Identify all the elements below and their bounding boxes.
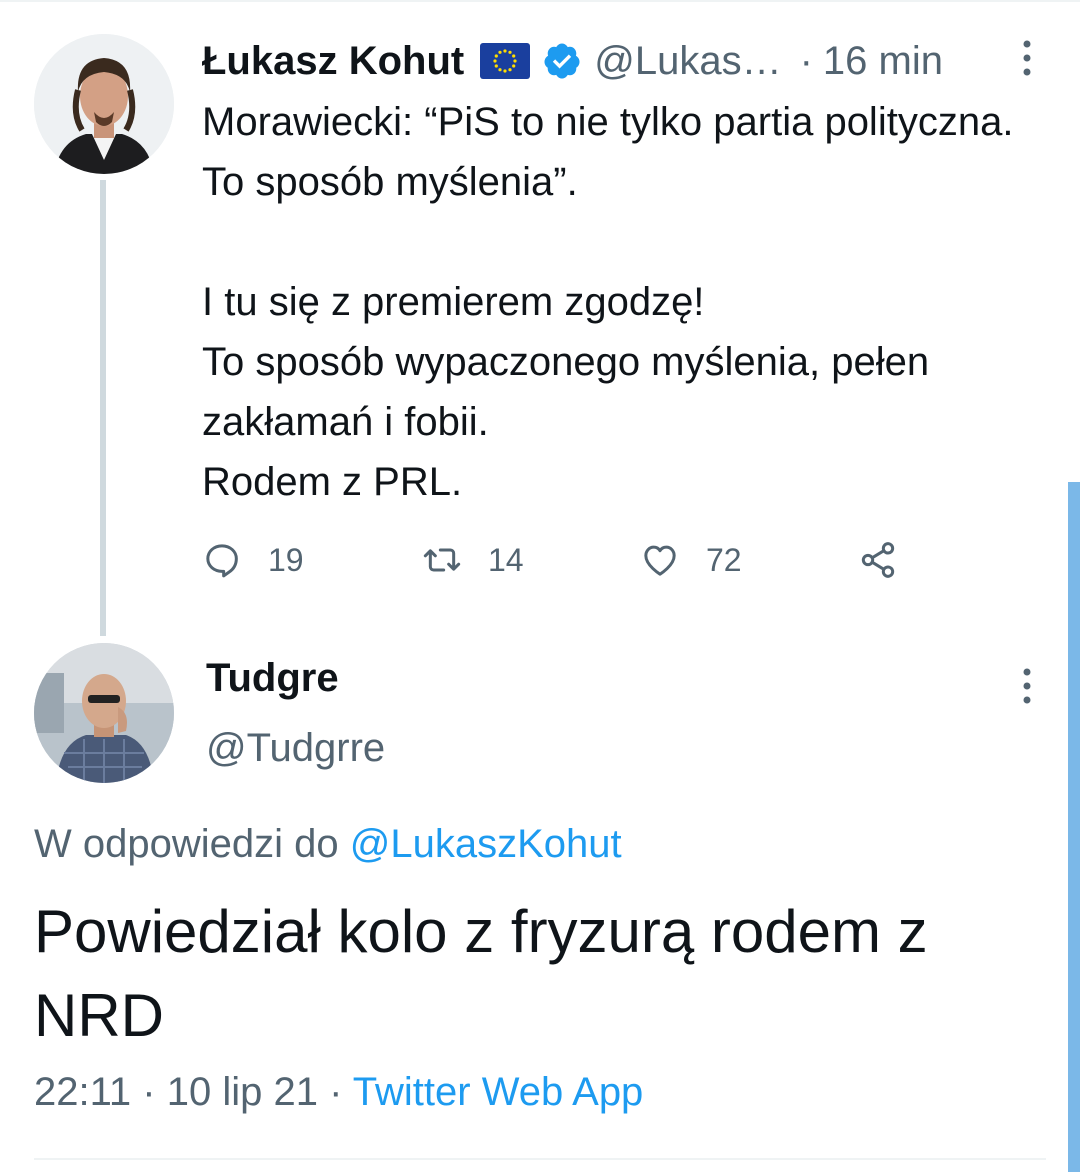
more-options-icon[interactable] (1012, 38, 1042, 78)
like-count: 72 (706, 541, 742, 578)
like-button[interactable]: 72 (640, 532, 742, 588)
reply-icon (206, 544, 238, 578)
reply-author-name[interactable]: Tudgre (206, 656, 339, 701)
retweet-count: 14 (488, 541, 524, 578)
separator-dot: · (799, 38, 813, 83)
reply-author-handle[interactable]: @Tudgrre (206, 726, 385, 771)
avatar-lukasz-kohut[interactable] (34, 34, 174, 174)
separator-dot: · (142, 1070, 156, 1114)
author-handle[interactable]: @Lukas… (594, 39, 781, 84)
reply-text: Powiedział kolo z fryzurą rodem z NRD (34, 898, 928, 1049)
tweet-paragraph: To sposób wypaczonego myślenia, pełen za… (202, 340, 930, 444)
tweet-body: Morawiecki: “PiS to nie tylko partia pol… (202, 92, 1062, 512)
tweet-actions: 19 14 72 (202, 532, 922, 588)
reply-metadata: 22:11 · 10 lip 21 · Twitter Web App (34, 1070, 643, 1115)
replying-prefix: W odpowiedzi do (34, 822, 339, 866)
tweet-paragraph: Morawiecki: “PiS to nie tylko partia pol… (202, 100, 1014, 204)
eu-flag-icon (480, 43, 531, 79)
tweet-paragraph-spacer (202, 212, 1062, 272)
share-icon (861, 542, 895, 578)
retweet-icon (423, 548, 461, 572)
verified-badge-icon (542, 41, 582, 81)
reply-button[interactable]: 19 (202, 532, 304, 588)
replying-to-line: W odpowiedzi do @LukaszKohut (34, 822, 622, 867)
like-icon (644, 545, 676, 576)
reply-time[interactable]: 22:11 (34, 1070, 131, 1114)
share-button[interactable] (858, 532, 898, 588)
avatar-tudgre[interactable] (34, 643, 174, 783)
scrollbar-thumb[interactable] (1068, 482, 1080, 1172)
reply-date[interactable]: 10 lip 21 (167, 1070, 318, 1114)
tweet-time[interactable]: 16 min (823, 39, 943, 84)
author-name[interactable]: Łukasz Kohut (202, 39, 464, 84)
bottom-divider (34, 1158, 1046, 1160)
tweet-paragraph: I tu się z premierem zgodzę! (202, 280, 705, 324)
top-divider (0, 0, 1080, 2)
source-app-link[interactable]: Twitter Web App (353, 1070, 644, 1114)
replying-to-link[interactable]: @LukaszKohut (350, 822, 622, 866)
tweet-paragraph: Rodem z PRL. (202, 460, 463, 504)
tweet-header: Łukasz Kohut @Lukas… · 16 min (202, 36, 943, 86)
separator-dot: · (329, 1070, 343, 1114)
more-options-icon[interactable] (1012, 666, 1042, 706)
retweet-button[interactable]: 14 (422, 532, 524, 588)
reply-count: 19 (268, 541, 304, 578)
thread-connector-line (100, 180, 106, 636)
